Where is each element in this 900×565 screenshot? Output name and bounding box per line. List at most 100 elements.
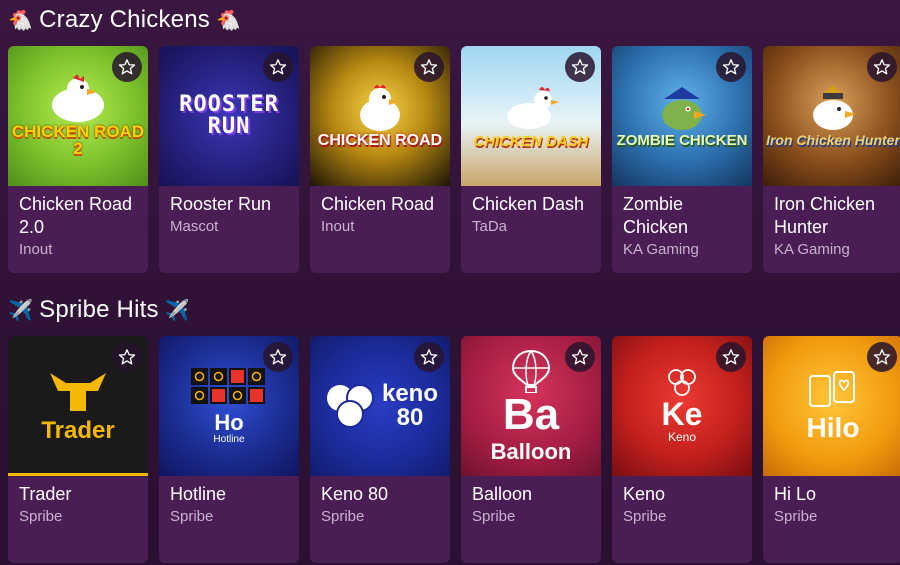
game-name: Keno 80 <box>321 484 389 504</box>
favorite-button[interactable] <box>112 342 142 372</box>
game-logo-subtext: Keno <box>667 430 697 444</box>
game-thumbnail[interactable]: ROOSTER RUN <box>159 46 299 186</box>
star-icon <box>873 349 891 365</box>
playing-cards-icon <box>809 371 855 407</box>
game-card[interactable]: keno 80 Keno 80 Spribe <box>310 336 450 563</box>
chicken-mascot-icon <box>507 86 559 129</box>
star-icon <box>420 59 438 75</box>
game-name: Balloon <box>472 484 533 504</box>
game-thumbnail[interactable]: CHICKEN ROAD 2 <box>8 46 148 186</box>
game-provider: KA Gaming <box>774 241 850 258</box>
section-title-spribe-hits: ✈️ Spribe Hits ✈️ <box>8 293 196 327</box>
game-row-crazy-chickens: CHICKEN ROAD 2 Chicken Road 2.0 Inout RO… <box>8 46 900 273</box>
game-logo-subtext: 80 <box>396 404 424 431</box>
keno-balls-icon <box>668 369 696 396</box>
game-thumbnail[interactable]: CHICKEN ROAD <box>310 46 450 186</box>
game-logo-text: Iron Chicken Hunter <box>766 132 900 148</box>
game-card[interactable]: ZOMBIE CHICKEN Zombie Chicken KA Gaming <box>612 46 752 273</box>
star-icon <box>571 59 589 75</box>
game-logo-text: ZOMBIE CHICKEN <box>616 131 748 149</box>
section-title-crazy-chickens: 🐔 Crazy Chickens 🐔 <box>8 3 247 37</box>
game-card[interactable]: Hilo Hi Lo Spribe <box>763 336 900 563</box>
game-name: Trader <box>19 484 72 504</box>
game-logo-text: Hilo <box>806 412 860 443</box>
game-name: Rooster Run <box>170 194 272 214</box>
chicken-emoji-icon: 🐔 <box>8 9 34 32</box>
zombie-chicken-mascot-icon <box>662 86 706 130</box>
game-name: Iron Chicken Hunter <box>774 194 876 237</box>
game-provider: Inout <box>19 241 53 258</box>
game-thumbnail[interactable]: ZOMBIE CHICKEN <box>612 46 752 186</box>
favorite-button[interactable] <box>867 342 897 372</box>
star-icon <box>873 59 891 75</box>
section-title-text: Crazy Chickens <box>39 6 210 33</box>
game-thumbnail[interactable]: Ba Balloon <box>461 336 601 476</box>
game-card[interactable]: CHICKEN DASH Chicken Dash TaDa <box>461 46 601 273</box>
game-card[interactable]: Ke Keno Keno Spribe <box>612 336 752 563</box>
game-logo-text: Trader <box>41 416 115 444</box>
favorite-button[interactable] <box>716 342 746 372</box>
game-logo-subtext: Balloon <box>490 439 572 464</box>
game-card[interactable]: CHICKEN ROAD Chicken Road Inout <box>310 46 450 273</box>
favorite-button[interactable] <box>263 52 293 82</box>
game-thumbnail[interactable]: Trader <box>8 336 148 476</box>
game-name: Hi Lo <box>774 484 817 504</box>
chicken-emoji-icon: 🐔 <box>215 9 242 32</box>
star-icon <box>420 349 438 365</box>
game-logo-text: Ba <box>502 390 560 439</box>
game-card[interactable]: Ho Hotline Hotline Spribe <box>159 336 299 563</box>
favorite-button[interactable] <box>414 342 444 372</box>
star-icon <box>269 349 287 365</box>
game-logo-text: keno <box>381 380 438 407</box>
game-provider: Spribe <box>321 508 365 525</box>
game-logo-text: Ho <box>214 409 244 435</box>
game-thumbnail[interactable]: CHICKEN DASH <box>461 46 601 186</box>
star-icon <box>118 349 136 365</box>
game-logo-text: CHICKEN ROAD 2 <box>11 122 145 158</box>
airplane-emoji-icon: ✈️ <box>8 299 34 322</box>
game-logo-text: ROOSTER RUN <box>179 92 279 139</box>
star-icon <box>722 349 740 365</box>
chicken-mascot-icon <box>360 85 400 131</box>
game-provider: Spribe <box>19 508 63 525</box>
bull-logo-icon <box>50 372 106 411</box>
game-provider: Inout <box>321 218 355 235</box>
game-logo-subtext: Hotline <box>213 433 245 445</box>
keno-balls-icon <box>326 384 374 428</box>
game-provider: Spribe <box>623 508 667 525</box>
favorite-button[interactable] <box>263 342 293 372</box>
game-provider: TaDa <box>472 218 508 235</box>
game-name: Hotline <box>170 484 227 504</box>
game-thumbnail[interactable]: Hilo <box>763 336 900 476</box>
favorite-button[interactable] <box>565 52 595 82</box>
game-card[interactable]: Iron Chicken Hunter Iron Chicken Hunter … <box>763 46 900 273</box>
game-thumbnail[interactable]: Ke Keno <box>612 336 752 476</box>
game-provider: Spribe <box>774 508 818 525</box>
game-name: Keno <box>623 484 666 504</box>
game-logo-text: CHICKEN DASH <box>473 132 589 150</box>
game-name: Chicken Dash <box>472 194 585 214</box>
favorite-button[interactable] <box>867 52 897 82</box>
game-name: Zombie Chicken <box>623 194 689 237</box>
star-icon <box>571 349 589 365</box>
favorite-button[interactable] <box>112 52 142 82</box>
game-name: Chicken Road 2.0 <box>19 194 133 237</box>
favorite-button[interactable] <box>716 52 746 82</box>
game-card[interactable]: Ba Balloon Balloon Spribe <box>461 336 601 563</box>
game-thumbnail[interactable]: keno 80 <box>310 336 450 476</box>
favorite-button[interactable] <box>414 52 444 82</box>
chicken-mascot-icon <box>52 75 104 122</box>
hotline-grid-icon <box>191 367 265 404</box>
game-card[interactable]: ROOSTER RUN Rooster Run Mascot <box>159 46 299 273</box>
game-thumbnail[interactable]: Ho Hotline <box>159 336 299 476</box>
hot-air-balloon-icon <box>511 349 551 393</box>
game-provider: Mascot <box>170 218 219 235</box>
section-title-text: Spribe Hits <box>39 296 159 323</box>
game-card[interactable]: CHICKEN ROAD 2 Chicken Road 2.0 Inout <box>8 46 148 273</box>
game-card[interactable]: Trader Trader Spribe <box>8 336 148 563</box>
game-provider: Spribe <box>170 508 214 525</box>
favorite-button[interactable] <box>565 342 595 372</box>
game-thumbnail[interactable]: Iron Chicken Hunter <box>763 46 900 186</box>
game-provider: KA Gaming <box>623 241 699 258</box>
samurai-chicken-mascot-icon <box>813 85 856 130</box>
